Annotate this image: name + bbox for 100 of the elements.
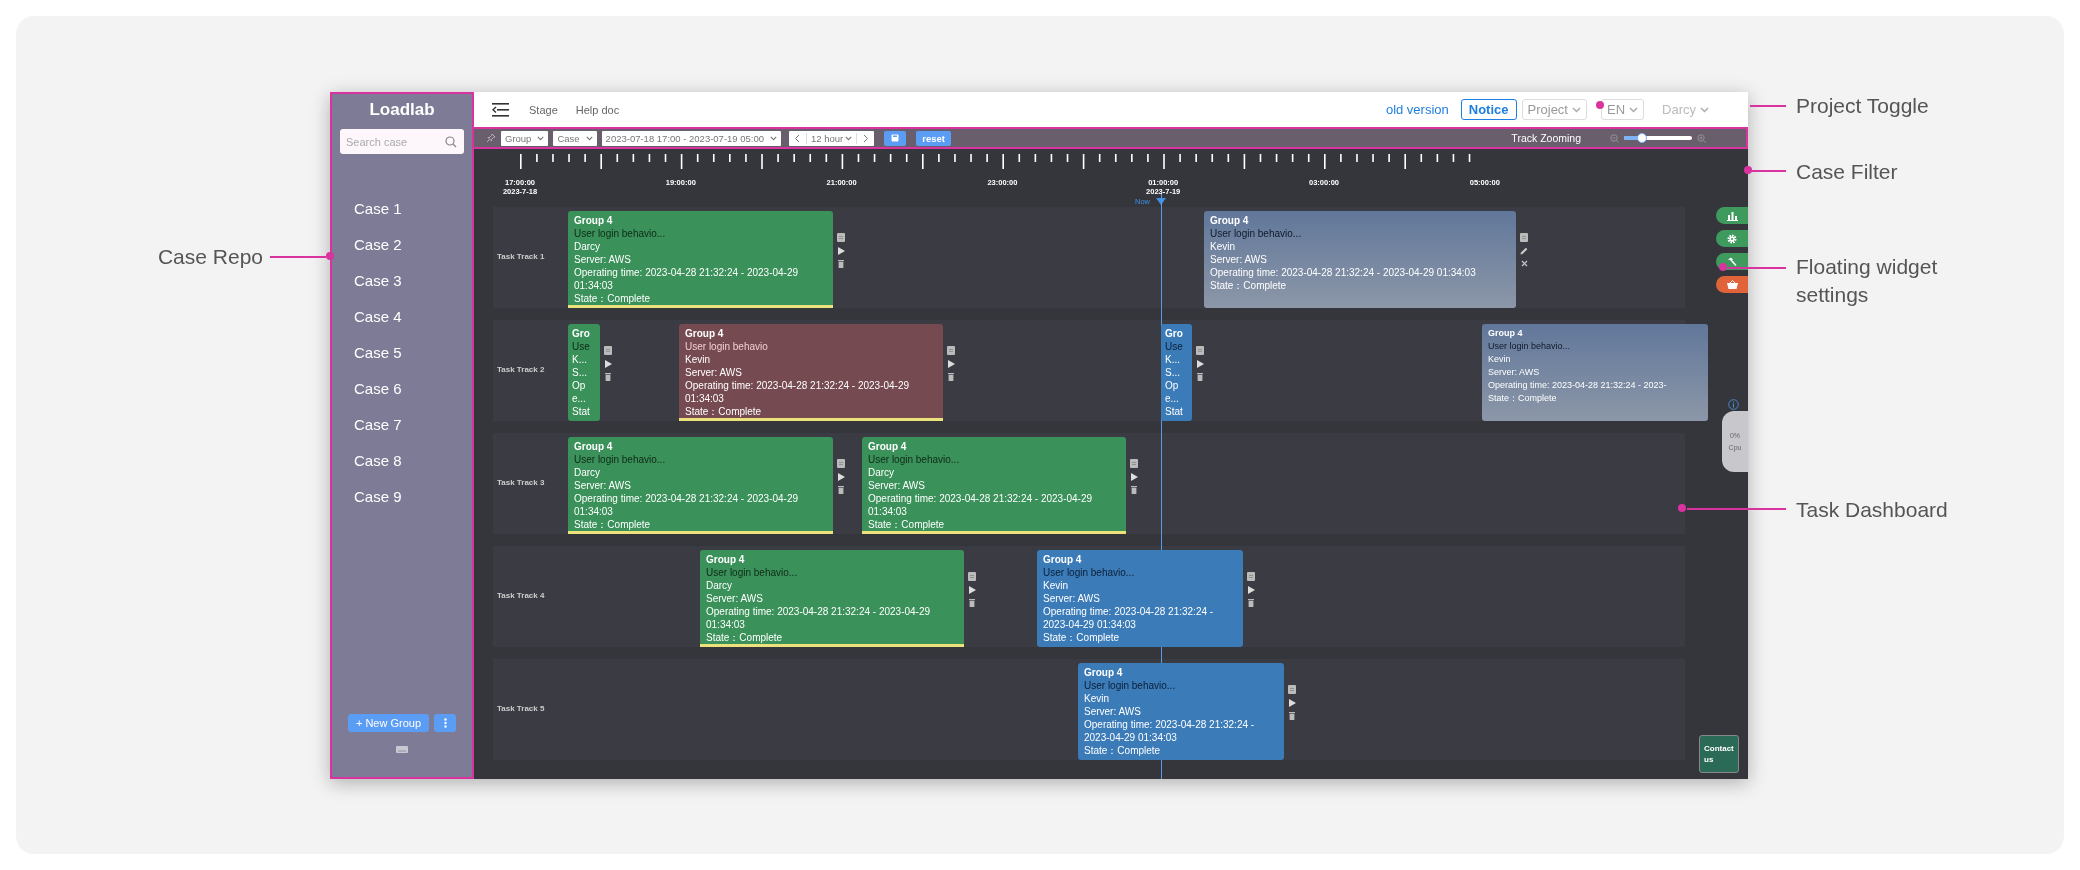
- case-item[interactable]: Case 4: [354, 307, 472, 327]
- task-card[interactable]: Gro Use K... S... Op e... Stat: [1161, 324, 1192, 421]
- trash-icon[interactable]: [948, 373, 954, 381]
- case-item[interactable]: Case 7: [354, 415, 472, 435]
- task-detail: Darcy: [706, 579, 734, 592]
- notice-button[interactable]: Notice: [1460, 99, 1517, 120]
- case-item[interactable]: Case 2: [354, 235, 472, 255]
- trash-icon[interactable]: [838, 260, 844, 268]
- task-detail: Kevin: [1210, 240, 1236, 253]
- task-card[interactable]: Group 4 User login behavio... Darcy Server: AWS Operating time: 2023-04-28 21:32:24 - 2023-04-29 01:34:03 State：Complete: [568, 211, 833, 308]
- task-detail: Operating time: 2023-04-28 21:32:24 - 2023-04-29 01:34:03: [1210, 266, 1477, 279]
- task-detail: Server: AWS: [706, 592, 764, 605]
- case-item[interactable]: Case 9: [354, 487, 472, 507]
- track-label: Task Track 3: [497, 478, 545, 487]
- track-zooming-label: Track Zooming: [1511, 132, 1581, 144]
- task-subtitle: User login behavio...: [1488, 340, 1572, 353]
- task-detail: Kevin: [1043, 579, 1069, 592]
- trash-icon[interactable]: [1248, 599, 1254, 607]
- dropdown[interactable]: Case: [553, 130, 597, 146]
- app-logo: Loadlab: [369, 100, 435, 120]
- trash-icon[interactable]: [838, 486, 844, 494]
- play-icon[interactable]: [1247, 586, 1255, 594]
- play-icon[interactable]: [968, 586, 976, 594]
- contact-button[interactable]: Contact us: [1699, 735, 1739, 773]
- more-icon: [443, 718, 447, 728]
- case-item[interactable]: Case 1: [354, 199, 472, 219]
- task-detail: Server: AWS: [1488, 366, 1541, 379]
- dropdown[interactable]: 2023-07-18 17:00 - 2023-07-19 05:00: [601, 130, 782, 146]
- task-detail: Kevin: [1084, 692, 1110, 705]
- dropdown[interactable]: EN: [1601, 99, 1645, 120]
- pencil-icon[interactable]: [1520, 247, 1528, 255]
- old-version-link[interactable]: old version: [1385, 102, 1449, 117]
- trash-icon[interactable]: [969, 599, 975, 607]
- callout-dot: [1744, 166, 1752, 174]
- menu-icon[interactable]: [492, 102, 509, 117]
- task-detail: Op: [1165, 379, 1180, 392]
- hammer-icon: [1727, 256, 1737, 267]
- play-icon[interactable]: [1130, 473, 1138, 481]
- settings-button[interactable]: [1716, 230, 1748, 247]
- trash-icon[interactable]: [1289, 712, 1295, 720]
- task-detail: S...: [1165, 366, 1181, 379]
- task-card[interactable]: Group 4 User login behavio... Kevin Server: AWS Operating time: 2023-04-28 21:32:24 - 2023-04-29 01:34:03 State：Complete: [1204, 211, 1516, 308]
- nav-link[interactable]: Stage: [529, 103, 558, 116]
- task-card[interactable]: Group 4 User login behavio... Darcy Server: AWS Operating time: 2023-04-28 21:32:24 - 2023-04-29 01:34:03 State：Complete: [700, 550, 964, 647]
- task-card[interactable]: Group 4 User login behavio... Kevin Server: AWS Operating time: 2023-04-28 21:32:24 - 2023-04-29 01:34:03 State：Complete: [1037, 550, 1243, 647]
- case-item[interactable]: Case 6: [354, 379, 472, 399]
- task-subtitle: User login behavio...: [574, 227, 667, 240]
- task-card[interactable]: Group 4 User login behavio Kevin Server: AWS Operating time: 2023-04-28 21:32:24 - 2023-04-29 01:34:03 State：Complete: [679, 324, 943, 421]
- case-item[interactable]: Case 8: [354, 451, 472, 471]
- chart-widget-button[interactable]: [1716, 207, 1748, 224]
- trash-icon[interactable]: [1131, 486, 1137, 494]
- task-detail: K...: [572, 353, 588, 366]
- task-detail: Server: AWS: [574, 479, 632, 492]
- play-icon[interactable]: [1196, 360, 1204, 368]
- case-item[interactable]: Case 5: [354, 343, 472, 363]
- more-button[interactable]: [434, 714, 457, 732]
- time-step-dropdown[interactable]: 12 hour: [806, 132, 858, 144]
- task-card[interactable]: Group 4 User login behavio... Darcy Server: AWS Operating time: 2023-04-28 21:32:24 - 2023-04-29 01:34:03 State：Complete: [568, 437, 833, 534]
- case-item[interactable]: Case 3: [354, 271, 472, 291]
- task-card[interactable]: Gro Use K... S... Op e... Stat: [568, 324, 600, 421]
- leader-line: [1750, 105, 1786, 107]
- task-subtitle: User login behavio...: [574, 453, 667, 466]
- trash-icon[interactable]: [605, 373, 611, 381]
- info-icon[interactable]: [1728, 399, 1739, 410]
- new-group-button[interactable]: + New Group: [347, 714, 430, 732]
- task-detail: e...: [572, 392, 587, 405]
- basket-button[interactable]: [1716, 276, 1748, 293]
- chevron-icon: [537, 135, 545, 141]
- task-card[interactable]: Group 4 User login behavio... Kevin Server: AWS Operating time: 2023-04-28 21:32:24 - 2023-04-29 01:34:03 State：Complete: [1078, 663, 1284, 760]
- chevron-left-icon[interactable]: [794, 133, 801, 143]
- track-label: Task Track 5: [497, 704, 545, 713]
- task-subtitle: User login behavio...: [868, 453, 961, 466]
- chevron-right-icon[interactable]: [863, 133, 870, 143]
- play-icon[interactable]: [604, 360, 612, 368]
- track-label: Task Track 2: [497, 365, 545, 374]
- callout-label: Project Toggle: [1796, 93, 1929, 119]
- task-subtitle: User login behavio...: [706, 566, 799, 579]
- task-card[interactable]: Group 4 User login behavio... Kevin Server: AWS Operating time: 2023-04-28 21:32:24 - 2023- State：Complete: [1482, 324, 1708, 421]
- pin-icon[interactable]: [486, 133, 496, 143]
- task-detail: State：Complete: [868, 518, 946, 531]
- task-detail: Stat: [572, 405, 591, 418]
- nav-link[interactable]: Help doc: [575, 103, 620, 116]
- search-icon: [445, 136, 457, 148]
- search-field[interactable]: Search case: [340, 129, 464, 154]
- play-icon[interactable]: [837, 247, 845, 255]
- task-detail: Operating time: 2023-04-28 21:32:24 - 2023-04-29 01:34:03: [1043, 605, 1215, 631]
- chevron-icon: [1700, 106, 1709, 113]
- dropdown[interactable]: Project: [1521, 99, 1587, 120]
- play-icon[interactable]: [1288, 699, 1296, 707]
- reset-button[interactable]: reset: [916, 130, 951, 146]
- task-card[interactable]: Group 4 User login behavio... Darcy Server: AWS Operating time: 2023-04-28 21:32:24 - 2023-04-29 01:34:03 State：Complete: [862, 437, 1126, 534]
- chevron-icon: [1572, 106, 1581, 113]
- trash-icon[interactable]: [1197, 373, 1203, 381]
- dropdown[interactable]: Group: [501, 130, 549, 146]
- play-icon[interactable]: [947, 360, 955, 368]
- chevron-icon: [770, 135, 778, 141]
- play-icon[interactable]: [837, 473, 845, 481]
- close-icon[interactable]: [1520, 260, 1528, 267]
- save-button[interactable]: [884, 130, 907, 146]
- zoom-slider[interactable]: [1624, 136, 1692, 140]
